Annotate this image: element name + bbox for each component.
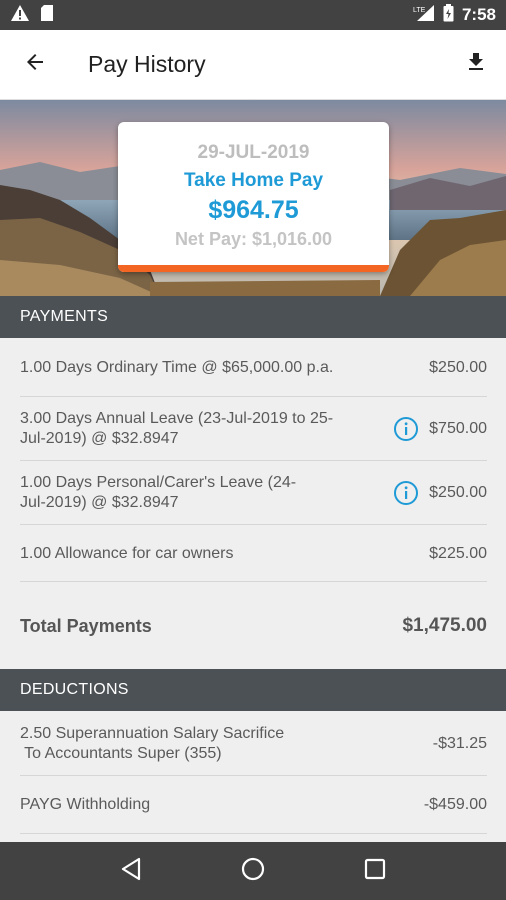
info-icon[interactable]	[393, 480, 419, 506]
payment-description-line1: 1.00 Days Personal/Carer's Leave (24-	[20, 474, 297, 491]
payment-row[interactable]: 3.00 Days Annual Leave (23-Jul-2019 to 2…	[20, 398, 487, 461]
take-home-pay-card: 29-JUL-2019 Take Home Pay $964.75 Net Pa…	[118, 122, 389, 272]
deduction-description: 2.50 Superannuation Salary Sacrifice To …	[20, 724, 433, 764]
deduction-description-line1: 2.50 Superannuation Salary Sacrifice	[20, 725, 285, 742]
payment-amount: $750.00	[429, 420, 487, 437]
download-button[interactable]	[446, 30, 506, 100]
total-payments-amount: $1,475.00	[402, 615, 487, 636]
payment-description: 3.00 Days Annual Leave (23-Jul-2019 to 2…	[20, 409, 393, 449]
total-payments-row: Total Payments $1,475.00	[20, 583, 487, 669]
payment-row[interactable]: 1.00 Days Ordinary Time @ $65,000.00 p.a…	[20, 340, 487, 397]
deduction-description: PAYG Withholding	[20, 795, 424, 815]
recents-square-icon	[364, 858, 386, 885]
info-icon[interactable]	[393, 416, 419, 442]
payment-description-line2: Jul-2019) @ $32.8947	[20, 494, 179, 511]
deduction-row[interactable]: 2.50 Superannuation Salary Sacrifice To …	[20, 713, 487, 776]
total-payments-label: Total Payments	[20, 615, 152, 636]
app-bar: Pay History	[0, 30, 506, 100]
pay-summary-hero: 29-JUL-2019 Take Home Pay $964.75 Net Pa…	[0, 100, 506, 296]
payment-description-line1: 1.00 Days Ordinary Time @ $65,000.00 p.a…	[20, 359, 334, 376]
nav-back-button[interactable]	[106, 846, 156, 896]
payment-description: 1.00 Days Ordinary Time @ $65,000.00 p.a…	[20, 358, 429, 378]
deduction-description-line2: To Accountants Super (355)	[20, 745, 222, 762]
accent-bar	[118, 265, 389, 272]
nav-recents-button[interactable]	[350, 846, 400, 896]
signal-icon: LTE	[413, 4, 435, 27]
deduction-description-line1: PAYG Withholding	[20, 796, 151, 813]
payment-description-line1: 3.00 Days Annual Leave (23-Jul-2019 to 2…	[20, 410, 334, 427]
download-icon	[464, 50, 488, 79]
payment-description-line1: 1.00 Allowance for car owners	[20, 544, 234, 562]
home-circle-icon	[241, 857, 265, 886]
battery-icon	[443, 3, 454, 27]
payment-description: 1.00 Allowance for car owners	[20, 544, 429, 564]
back-triangle-icon	[120, 857, 142, 886]
warning-icon	[10, 4, 30, 27]
payment-row[interactable]: 1.00 Allowance for car owners $225.00	[20, 526, 487, 582]
deductions-section-header: DEDUCTIONS	[0, 669, 506, 711]
nav-home-button[interactable]	[228, 846, 278, 896]
payment-description-line2: Jul-2019) @ $32.8947	[20, 430, 179, 447]
sd-card-icon	[40, 4, 54, 27]
status-bar: LTE 7:58	[0, 0, 506, 30]
system-nav-bar	[0, 842, 506, 900]
deduction-amount: -$459.00	[423, 796, 487, 813]
network-type: LTE	[413, 7, 426, 14]
arrow-left-icon	[23, 50, 47, 79]
payment-description: 1.00 Days Personal/Carer's Leave (24- Ju…	[20, 473, 393, 513]
deduction-amount: -$31.25	[432, 735, 487, 752]
net-pay: Net Pay: $1,016.00	[174, 229, 333, 249]
payment-amount: $250.00	[429, 359, 487, 376]
take-home-pay-label: Take Home Pay	[183, 170, 324, 191]
payment-amount: $225.00	[429, 544, 487, 562]
deduction-row[interactable]: PAYG Withholding -$459.00	[20, 777, 487, 834]
back-button[interactable]	[0, 30, 70, 100]
status-time: 7:58	[461, 5, 496, 24]
payments-section-header: PAYMENTS	[0, 296, 506, 338]
pay-date: 29-JUL-2019	[197, 142, 310, 163]
payment-row[interactable]: 1.00 Days Personal/Carer's Leave (24- Ju…	[20, 462, 487, 525]
take-home-pay-amount: $964.75	[208, 196, 299, 224]
payment-amount: $250.00	[429, 484, 487, 501]
page-title: Pay History	[88, 51, 206, 77]
